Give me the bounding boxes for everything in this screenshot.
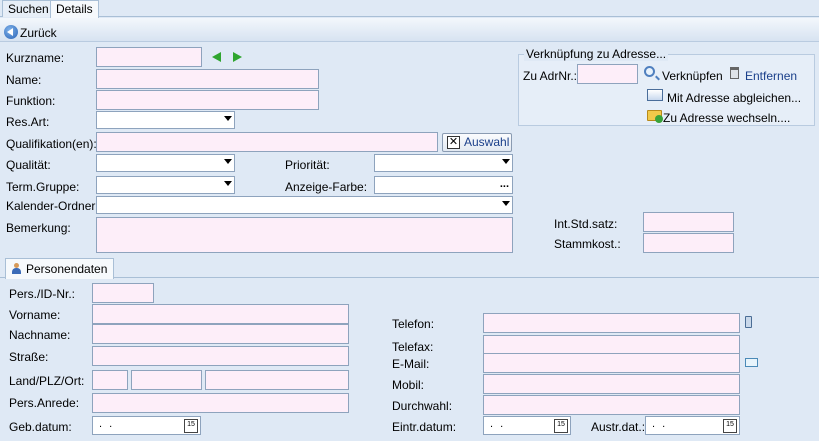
qualitaet-select[interactable] [96, 154, 235, 172]
back-bar [0, 18, 819, 42]
persid-label: Pers./ID-Nr.: [9, 287, 76, 301]
eintrdatum-input[interactable]: . . 15 [483, 416, 571, 435]
kurzname-input[interactable] [96, 47, 202, 67]
land-input[interactable] [92, 370, 128, 390]
zuadrnr-input[interactable] [577, 64, 638, 84]
stammkost-input[interactable] [643, 233, 734, 253]
go-arrow-icon [655, 115, 663, 123]
resart-label: Res.Art: [6, 115, 50, 129]
chevron-down-icon [224, 181, 232, 186]
prioritaet-select[interactable] [374, 154, 513, 172]
telefon-label: Telefon: [392, 317, 435, 331]
intstdsatz-label: Int.Std.satz: [554, 217, 618, 231]
qualitaet-label: Qualität: [6, 158, 51, 172]
tab-personendaten[interactable]: Personendaten [5, 258, 115, 279]
durchwahl-label: Durchwahl: [392, 399, 453, 413]
plz-input[interactable] [131, 370, 202, 390]
address-link-title: Verknüpfung zu Adresse... [524, 47, 669, 61]
calendar-icon[interactable]: 15 [184, 419, 198, 433]
bemerkung-label: Bemerkung: [6, 221, 71, 235]
tab-search[interactable]: Suchen [2, 0, 55, 17]
auswahl-button[interactable]: ✕ Auswahl [442, 133, 512, 152]
entfernen-link[interactable]: Entfernen [745, 69, 797, 83]
ort-input[interactable] [205, 370, 349, 390]
funktion-label: Funktion: [6, 94, 56, 108]
back-label[interactable]: Zurück [20, 26, 57, 40]
termgruppe-label: Term.Gruppe: [6, 180, 80, 194]
telefax-label: Telefax: [392, 340, 434, 354]
gebdatum-label: Geb.datum: [9, 420, 72, 434]
phone-icon[interactable] [745, 316, 752, 328]
calendar-icon[interactable]: 15 [554, 419, 568, 433]
zuadrnr-label: Zu AdrNr.: [523, 69, 578, 83]
nachname-label: Nachname: [9, 328, 71, 342]
kurzname-label: Kurzname: [6, 51, 65, 65]
mobil-input[interactable] [483, 374, 740, 394]
qualifikation-input[interactable] [96, 132, 438, 152]
verknuepfen-link[interactable]: Verknüpfen [662, 69, 723, 83]
wechseln-link[interactable]: Zu Adresse wechseln.... [663, 111, 790, 125]
nachname-input[interactable] [92, 324, 349, 344]
chevron-down-icon [502, 201, 510, 206]
gebdatum-input[interactable]: . . 15 [92, 416, 201, 435]
eintrdatum-label: Eintr.datum: [392, 420, 457, 434]
trash-icon[interactable] [730, 67, 739, 79]
abgleichen-link[interactable]: Mit Adresse abgleichen... [667, 91, 801, 105]
calendar-icon[interactable]: 15 [723, 419, 737, 433]
vorname-label: Vorname: [9, 308, 61, 322]
resart-select[interactable] [96, 111, 235, 129]
persanrede-input[interactable] [92, 393, 349, 413]
persanrede-label: Pers.Anrede: [9, 396, 80, 410]
select-x-icon: ✕ [447, 136, 460, 149]
stammkost-label: Stammkost.: [554, 237, 621, 251]
chevron-down-icon [224, 159, 232, 164]
bemerkung-textarea[interactable] [96, 217, 513, 253]
tab-strip [0, 0, 819, 17]
kalenderordner-select[interactable] [96, 196, 513, 214]
strasse-label: Straße: [9, 350, 49, 364]
anzeigefarbe-label: Anzeige-Farbe: [285, 180, 368, 194]
telefax-input[interactable] [483, 335, 740, 355]
email-input[interactable] [483, 353, 740, 373]
name-label: Name: [6, 73, 42, 87]
address-card-icon [647, 89, 663, 101]
prioritaet-label: Priorität: [285, 158, 330, 172]
vorname-input[interactable] [92, 304, 349, 324]
intstdsatz-input[interactable] [643, 212, 734, 232]
anzeigefarbe-input[interactable]: ... [374, 176, 513, 194]
email-icon[interactable] [745, 358, 758, 367]
previous-arrow-icon[interactable] [212, 52, 221, 62]
kalenderordner-label: Kalender-Ordner: [6, 199, 99, 213]
austrdat-input[interactable]: . . 15 [645, 416, 740, 435]
chevron-down-icon [502, 159, 510, 164]
person-tab-strip [0, 256, 819, 278]
next-arrow-icon[interactable] [233, 52, 242, 62]
search-icon[interactable] [644, 66, 655, 77]
qualifikation-label: Qualifikation(en): [6, 137, 97, 151]
termgruppe-select[interactable] [96, 176, 235, 194]
persid-input[interactable] [92, 283, 154, 303]
chevron-down-icon [224, 116, 232, 121]
back-arrow-icon[interactable] [4, 25, 18, 39]
ellipsis-button[interactable]: ... [500, 177, 509, 191]
austrdat-label: Austr.dat.: [591, 420, 646, 434]
person-icon-body [12, 268, 21, 274]
landplzort-label: Land/PLZ/Ort: [9, 374, 85, 388]
mobil-label: Mobil: [392, 378, 425, 392]
strasse-input[interactable] [92, 346, 349, 366]
durchwahl-input[interactable] [483, 395, 740, 415]
funktion-input[interactable] [96, 90, 319, 110]
name-input[interactable] [96, 69, 319, 89]
email-label: E-Mail: [392, 357, 430, 371]
telefon-input[interactable] [483, 313, 740, 333]
tab-details[interactable]: Details [50, 0, 99, 18]
person-icon [12, 263, 21, 275]
